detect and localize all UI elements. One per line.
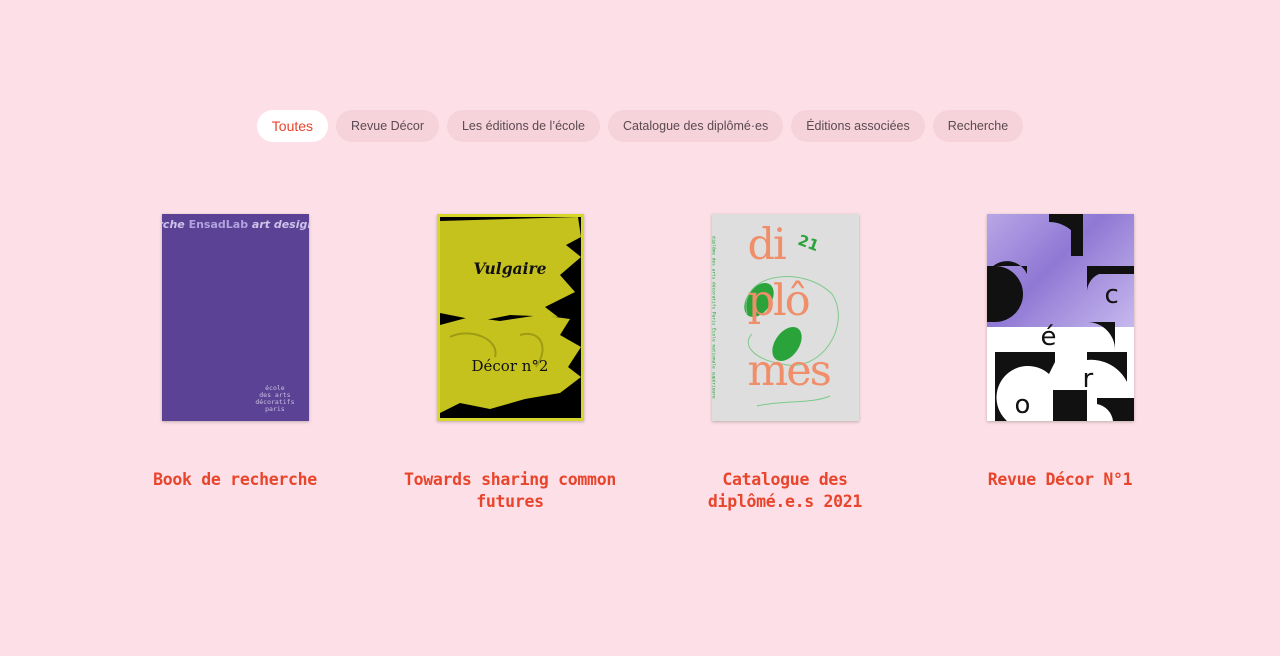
filter-toutes[interactable]: Toutes (256, 110, 329, 142)
cover-line-2: Décor n°2 (471, 357, 549, 375)
cover-band: rche EnsadLab art design reche (162, 218, 309, 231)
cover-big-text-2: plô (747, 276, 811, 326)
publication-title[interactable]: Book de recherche (120, 469, 350, 491)
filter-recherche[interactable]: Recherche (932, 110, 1024, 142)
cover-shapes (986, 214, 1134, 421)
cover-letter: é (1040, 322, 1057, 352)
publication-title[interactable]: Towards sharing common futures (395, 469, 625, 513)
filter-bar: Toutes Revue Décor Les éditions de l’éco… (0, 110, 1280, 142)
cover-big-text-3: mes (747, 346, 832, 396)
filter-editions-associees[interactable]: Éditions associées (791, 110, 925, 142)
cover-big-text-1: di (747, 220, 787, 270)
filter-editions-ecole[interactable]: Les éditions de l’école (446, 110, 600, 142)
cover-letter: D (996, 276, 1017, 306)
cover-letter: o (1014, 390, 1031, 420)
publication-card[interactable]: Vulgaire Décor n°2 Towards sharing commo… (395, 214, 625, 513)
book-cover[interactable]: rche EnsadLab art design reche école des… (161, 214, 309, 421)
book-cover[interactable]: diplôme des arts décoratifs Paris École … (711, 214, 859, 421)
publication-title[interactable]: Revue Décor N°1 (945, 469, 1175, 491)
cover-line-1: Vulgaire (473, 259, 547, 278)
filter-revue-decor[interactable]: Revue Décor (336, 110, 439, 142)
publication-card[interactable]: D c é r o Revue Décor N°1 (945, 214, 1175, 491)
publication-card[interactable]: diplôme des arts décoratifs Paris École … (670, 214, 900, 513)
cover-school-name: école des arts décoratifs paris (255, 384, 295, 413)
cover-shapes (439, 217, 581, 413)
cover-letter: r (1082, 364, 1094, 394)
cover-artwork: Vulgaire Décor n°2 (439, 217, 581, 418)
book-cover[interactable]: Vulgaire Décor n°2 (436, 214, 584, 421)
publication-card[interactable]: rche EnsadLab art design reche école des… (120, 214, 350, 491)
filter-catalogue-diplomes[interactable]: Catalogue des diplômé·es (607, 110, 784, 142)
publication-title[interactable]: Catalogue des diplômé.e.s 2021 (670, 469, 900, 513)
book-cover[interactable]: D c é r o (986, 214, 1134, 421)
cover-letter: c (1104, 280, 1119, 310)
publications-grid: rche EnsadLab art design reche école des… (0, 214, 1280, 534)
